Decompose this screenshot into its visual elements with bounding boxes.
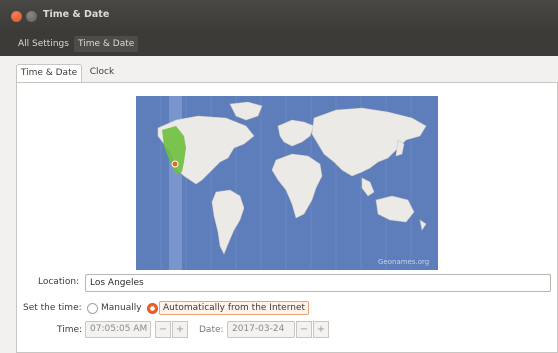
automatic-radio[interactable] [147,303,158,314]
all-settings-button[interactable]: All Settings [16,36,71,52]
toolbar: All Settings Time & Date [0,33,558,56]
manually-radio[interactable] [87,303,98,314]
location-label: Location: [38,277,80,287]
automatic-option-label[interactable]: Automatically from the Internet [159,301,310,315]
close-window-button[interactable] [11,11,22,22]
set-time-label: Set the time: [23,303,82,313]
date-increment-button[interactable]: + [313,321,329,338]
map-credit: Geonames.org [378,258,429,266]
location-input[interactable]: Los Angeles [85,274,551,292]
date-label: Date: [199,325,224,335]
tab-clock[interactable]: Clock [87,64,117,81]
window-title: Time & Date [43,9,110,20]
tab-time-date[interactable]: Time & Date [16,64,82,82]
minimize-window-button[interactable] [26,11,37,22]
title-bar: Time & Date [0,0,558,33]
date-field[interactable]: 2017-03-24 [227,321,295,338]
breadcrumb-current[interactable]: Time & Date [74,36,139,52]
time-label: Time: [57,325,83,335]
timezone-map[interactable]: Geonames.org [136,96,438,270]
time-increment-button[interactable]: + [172,321,188,338]
manually-option-label[interactable]: Manually [101,303,142,313]
date-decrement-button[interactable]: − [296,321,312,338]
location-marker-icon [171,160,179,168]
time-field[interactable]: 07:05:05 AM [85,321,151,338]
time-decrement-button[interactable]: − [155,321,171,338]
